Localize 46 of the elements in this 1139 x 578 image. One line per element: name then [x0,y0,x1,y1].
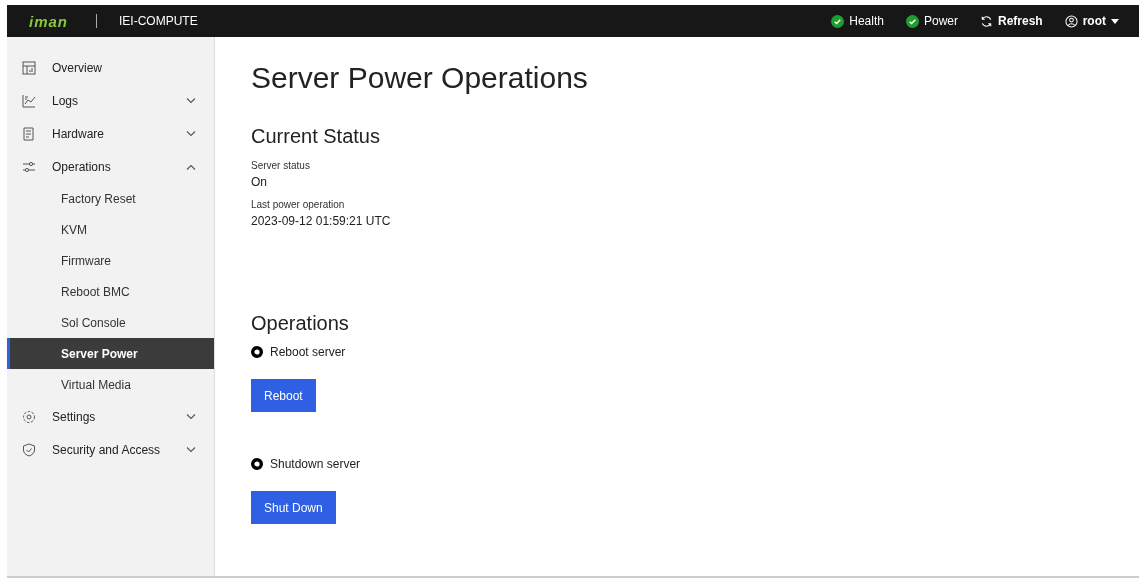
status-button[interactable]: Power [905,14,958,28]
nav-subitem[interactable]: KVM [7,214,214,245]
user-icon [1064,14,1078,28]
user-menu-button[interactable]: root [1064,14,1119,28]
logo: iman [29,12,68,30]
host-name: IEI-COMPUTE [119,14,198,28]
section-heading: Operations [251,312,350,335]
field-label: Last power operation [251,199,346,210]
field-value: 2023-09-12 01:59:21 UTC [251,214,392,228]
nav-subitem[interactable]: Sol Console [7,307,214,338]
status-button[interactable]: Health [831,14,884,28]
action-button[interactable]: Reboot [251,379,316,412]
operation-label: Reboot server [270,345,346,359]
section-heading: Current Status [251,125,381,148]
nav-item[interactable]: Hardware [7,117,214,150]
nav-item[interactable]: Security and Access [7,433,214,466]
nav-subitem[interactable]: Virtual Media [7,369,214,400]
nav-item[interactable]: Operations [7,150,214,183]
nav-icon [22,126,36,141]
refresh-button[interactable]: Refresh [980,14,1043,28]
ring-icon [251,458,263,470]
nav-icon [22,60,36,75]
nav-icon [22,93,36,108]
chevron-icon [186,97,196,104]
refresh-icon [980,14,993,28]
nav-subitem[interactable]: Server Power [7,338,214,369]
field-value: On [251,175,268,189]
nav-subitem[interactable]: Factory Reset [7,183,214,214]
nav-icon [22,159,36,174]
chevron-icon [186,130,196,137]
caret-icon [1111,18,1119,24]
chevron-icon [186,446,196,453]
page-title: Server Power Operations [251,61,589,95]
nav-subitem[interactable]: Firmware [7,245,214,276]
nav-item[interactable]: Overview [7,51,214,84]
nav-item[interactable]: Logs [7,84,214,117]
chevron-icon [186,413,196,420]
nav-icon [22,409,36,424]
nav-icon [22,442,36,457]
nav-subitem[interactable]: Reboot BMC [7,276,214,307]
field-label: Server status [251,160,311,171]
nav-item[interactable]: Settings [7,400,214,433]
chevron-icon [186,163,196,170]
ring-icon [251,346,263,358]
action-button[interactable]: Shut Down [251,491,336,524]
operation-label: Shutdown server [270,457,361,471]
